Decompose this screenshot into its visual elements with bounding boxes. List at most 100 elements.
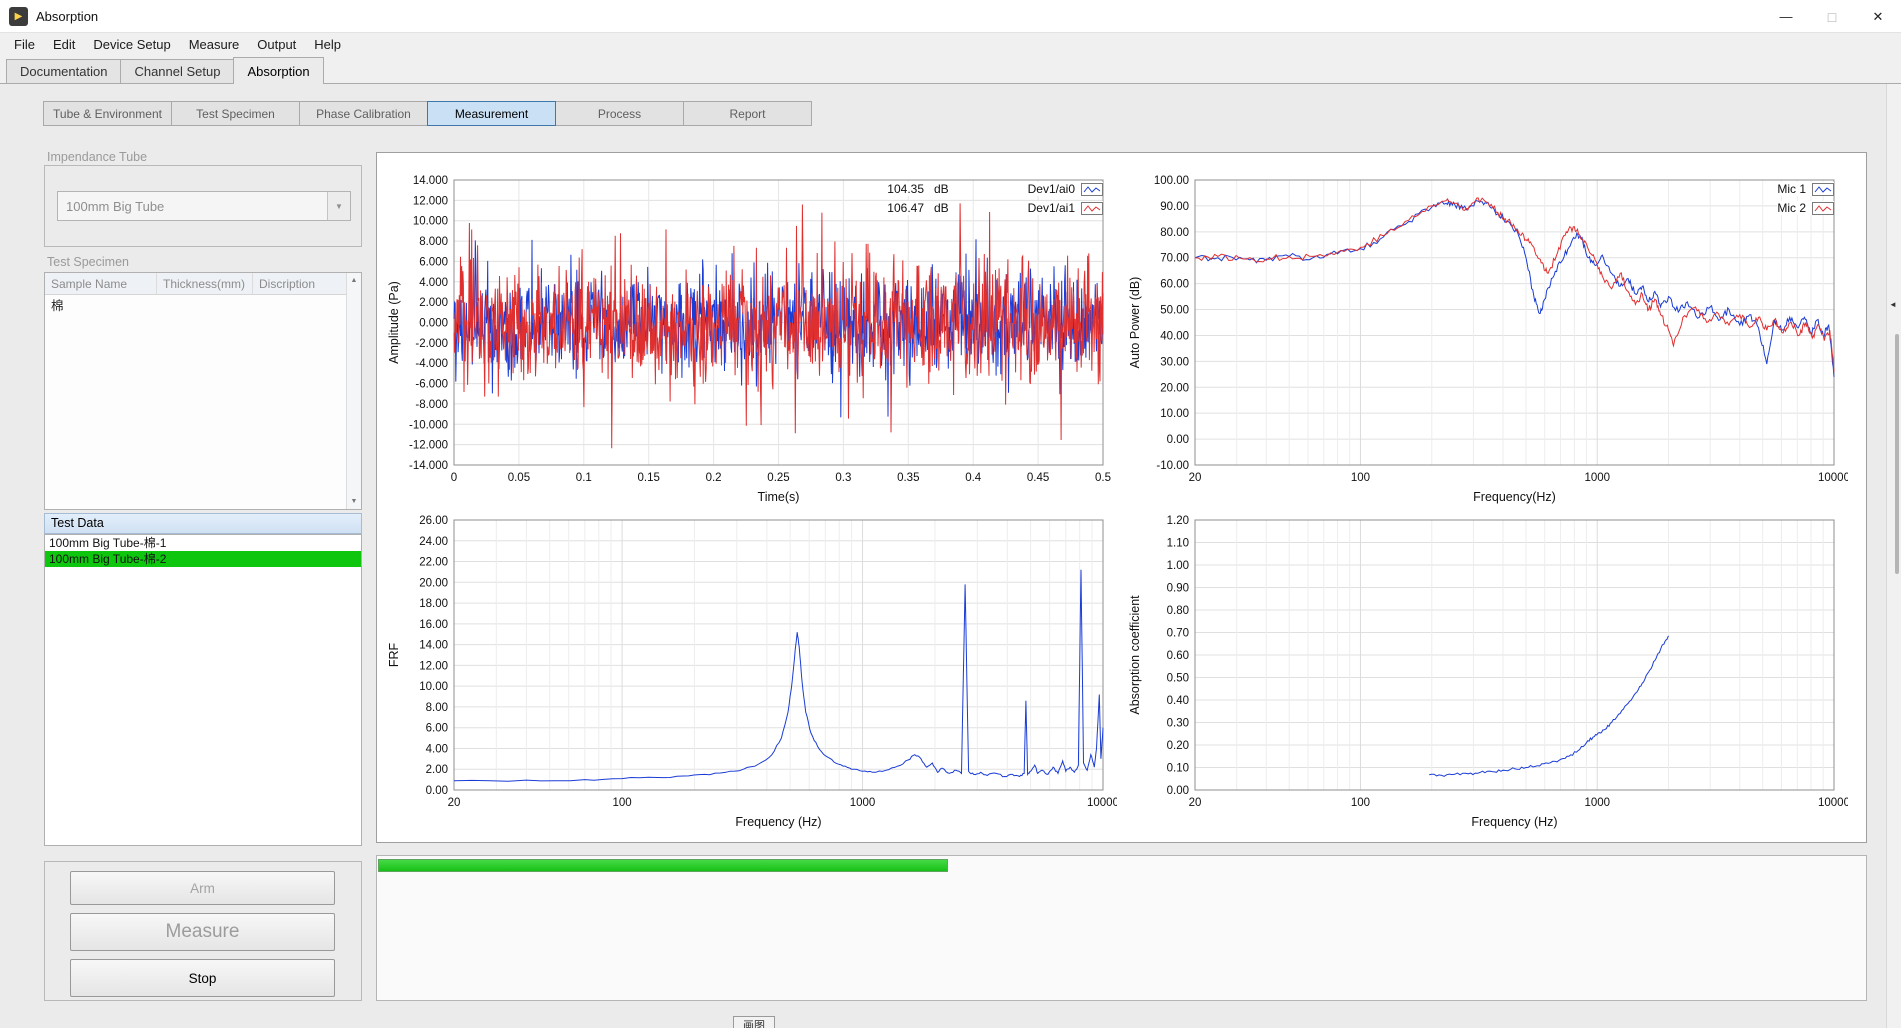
svg-text:0: 0	[451, 472, 457, 484]
svg-text:10.00: 10.00	[419, 681, 448, 693]
db-value: 106.47	[878, 201, 924, 215]
svg-text:100.00: 100.00	[1154, 175, 1189, 187]
svg-text:16.00: 16.00	[419, 619, 448, 631]
scrollbar-thumb[interactable]	[1895, 334, 1899, 574]
close-button[interactable]: ✕	[1855, 0, 1901, 33]
subtab-process[interactable]: Process	[555, 101, 684, 126]
subtab-report[interactable]: Report	[683, 101, 812, 126]
maximize-button[interactable]: □	[1809, 0, 1855, 33]
legend-label: Mic 2	[1777, 201, 1806, 215]
table-header-row: Sample Name Thickness(mm) Discription	[45, 273, 361, 295]
column-header-thickness[interactable]: Thickness(mm)	[157, 273, 253, 294]
svg-text:20: 20	[448, 797, 461, 809]
svg-text:0.4: 0.4	[965, 472, 982, 484]
maximize-icon: □	[1828, 9, 1836, 25]
svg-text:0.00: 0.00	[1167, 434, 1189, 446]
tab-absorption[interactable]: Absorption	[233, 57, 323, 84]
svg-text:100: 100	[1351, 472, 1370, 484]
table-scrollbar[interactable]: ▲ ▼	[346, 273, 361, 509]
svg-text:10.000: 10.000	[413, 216, 448, 228]
time-waveform-chart: -14.000-12.000-10.000-8.000-6.000-4.000-…	[382, 166, 1117, 511]
scroll-up-icon[interactable]: ▲	[347, 277, 361, 284]
svg-text:6.000: 6.000	[419, 256, 448, 268]
progress-bar	[378, 859, 948, 872]
dropdown-arrow-icon[interactable]: ▼	[327, 192, 350, 220]
svg-text:-12.000: -12.000	[409, 440, 448, 452]
stop-button[interactable]: Stop	[70, 959, 335, 997]
minimize-icon: —	[1780, 9, 1793, 24]
subtab-measurement[interactable]: Measurement	[427, 101, 556, 126]
svg-text:2.00: 2.00	[426, 764, 448, 776]
chart-panel: -14.000-12.000-10.000-8.000-6.000-4.000-…	[376, 152, 1867, 843]
column-header-discription[interactable]: Discription	[253, 273, 361, 294]
sub-tab-bar: Tube & Environment Test Specimen Phase C…	[44, 101, 812, 126]
svg-text:14.000: 14.000	[413, 175, 448, 187]
test-specimen-label: Test Specimen	[47, 255, 129, 269]
window-controls: — □ ✕	[1763, 0, 1901, 33]
legend-label: Dev1/ai1	[1028, 201, 1075, 215]
bottom-tab-label: 画图	[743, 1020, 765, 1028]
svg-text:0.80: 0.80	[1167, 605, 1189, 617]
svg-text:-10.00: -10.00	[1156, 460, 1189, 472]
svg-text:1.10: 1.10	[1167, 538, 1189, 550]
svg-text:FRF: FRF	[387, 642, 401, 667]
scroll-down-icon[interactable]: ▼	[347, 498, 361, 505]
absorption-page: Tube & Environment Test Specimen Phase C…	[0, 84, 1901, 1028]
subtab-tube-environment[interactable]: Tube & Environment	[43, 101, 172, 126]
legend-label: Dev1/ai0	[1028, 182, 1075, 196]
svg-text:26.00: 26.00	[419, 515, 448, 527]
menu-help[interactable]: Help	[305, 37, 350, 52]
svg-text:100: 100	[1351, 797, 1370, 809]
svg-text:1.00: 1.00	[1167, 560, 1189, 572]
legend-line-icon	[1812, 183, 1834, 196]
svg-text:0.00: 0.00	[426, 785, 448, 797]
svg-text:70.00: 70.00	[1160, 253, 1189, 265]
auto-power-spectrum-plot: -10.000.0010.0020.0030.0040.0050.0060.00…	[1123, 166, 1848, 511]
menu-device-setup[interactable]: Device Setup	[84, 37, 179, 52]
svg-text:20.00: 20.00	[419, 577, 448, 589]
svg-text:-4.000: -4.000	[415, 358, 448, 370]
legend-item[interactable]: Dev1/ai0	[1028, 182, 1103, 196]
svg-text:24.00: 24.00	[419, 536, 448, 548]
svg-text:0.45: 0.45	[1027, 472, 1049, 484]
application-window: ▶ Absorption — □ ✕ File Edit Device Setu…	[0, 0, 1901, 1028]
svg-text:Auto Power (dB): Auto Power (dB)	[1128, 277, 1142, 369]
subtab-phase-calibration[interactable]: Phase Calibration	[299, 101, 428, 126]
table-row[interactable]: 棉	[45, 295, 361, 313]
subtab-test-specimen[interactable]: Test Specimen	[171, 101, 300, 126]
legend-line-icon	[1812, 202, 1834, 215]
svg-text:20: 20	[1189, 797, 1202, 809]
measure-button[interactable]: Measure	[70, 913, 335, 951]
level-readouts: 104.35dB106.47dB	[878, 182, 949, 215]
column-header-sample-name[interactable]: Sample Name	[45, 273, 157, 294]
svg-text:14.00: 14.00	[419, 640, 448, 652]
svg-text:18.00: 18.00	[419, 598, 448, 610]
svg-text:0.90: 0.90	[1167, 583, 1189, 595]
list-item-selected[interactable]: 100mm Big Tube-棉-2	[45, 551, 361, 567]
tube-select[interactable]: 100mm Big Tube ▼	[57, 191, 351, 221]
list-item[interactable]: 100mm Big Tube-棉-1	[45, 535, 361, 551]
arm-button[interactable]: Arm	[70, 871, 335, 905]
db-value: 104.35	[878, 182, 924, 196]
svg-text:2.000: 2.000	[419, 297, 448, 309]
tab-channel-setup[interactable]: Channel Setup	[120, 59, 234, 83]
bottom-tab[interactable]: 画图	[733, 1016, 775, 1028]
svg-text:0.20: 0.20	[1167, 740, 1189, 752]
legend-item[interactable]: Dev1/ai1	[1028, 201, 1103, 215]
collapse-left-icon[interactable]: ◄	[1889, 300, 1897, 309]
menu-measure[interactable]: Measure	[180, 37, 249, 52]
svg-text:0.40: 0.40	[1167, 695, 1189, 707]
legend-item[interactable]: Mic 2	[1777, 201, 1834, 215]
svg-text:0.1: 0.1	[576, 472, 592, 484]
absorption-coefficient-plot: 0.000.100.200.300.400.500.600.700.800.90…	[1123, 506, 1848, 836]
right-scrollbar[interactable]: ◄	[1886, 84, 1901, 1028]
tab-documentation[interactable]: Documentation	[6, 59, 121, 83]
svg-text:50.00: 50.00	[1160, 305, 1189, 317]
svg-text:0.35: 0.35	[897, 472, 919, 484]
menu-file[interactable]: File	[5, 37, 44, 52]
menu-edit[interactable]: Edit	[44, 37, 84, 52]
impedance-tube-group: 100mm Big Tube ▼	[44, 165, 362, 247]
menu-output[interactable]: Output	[248, 37, 305, 52]
legend-item[interactable]: Mic 1	[1777, 182, 1834, 196]
minimize-button[interactable]: —	[1763, 0, 1809, 33]
